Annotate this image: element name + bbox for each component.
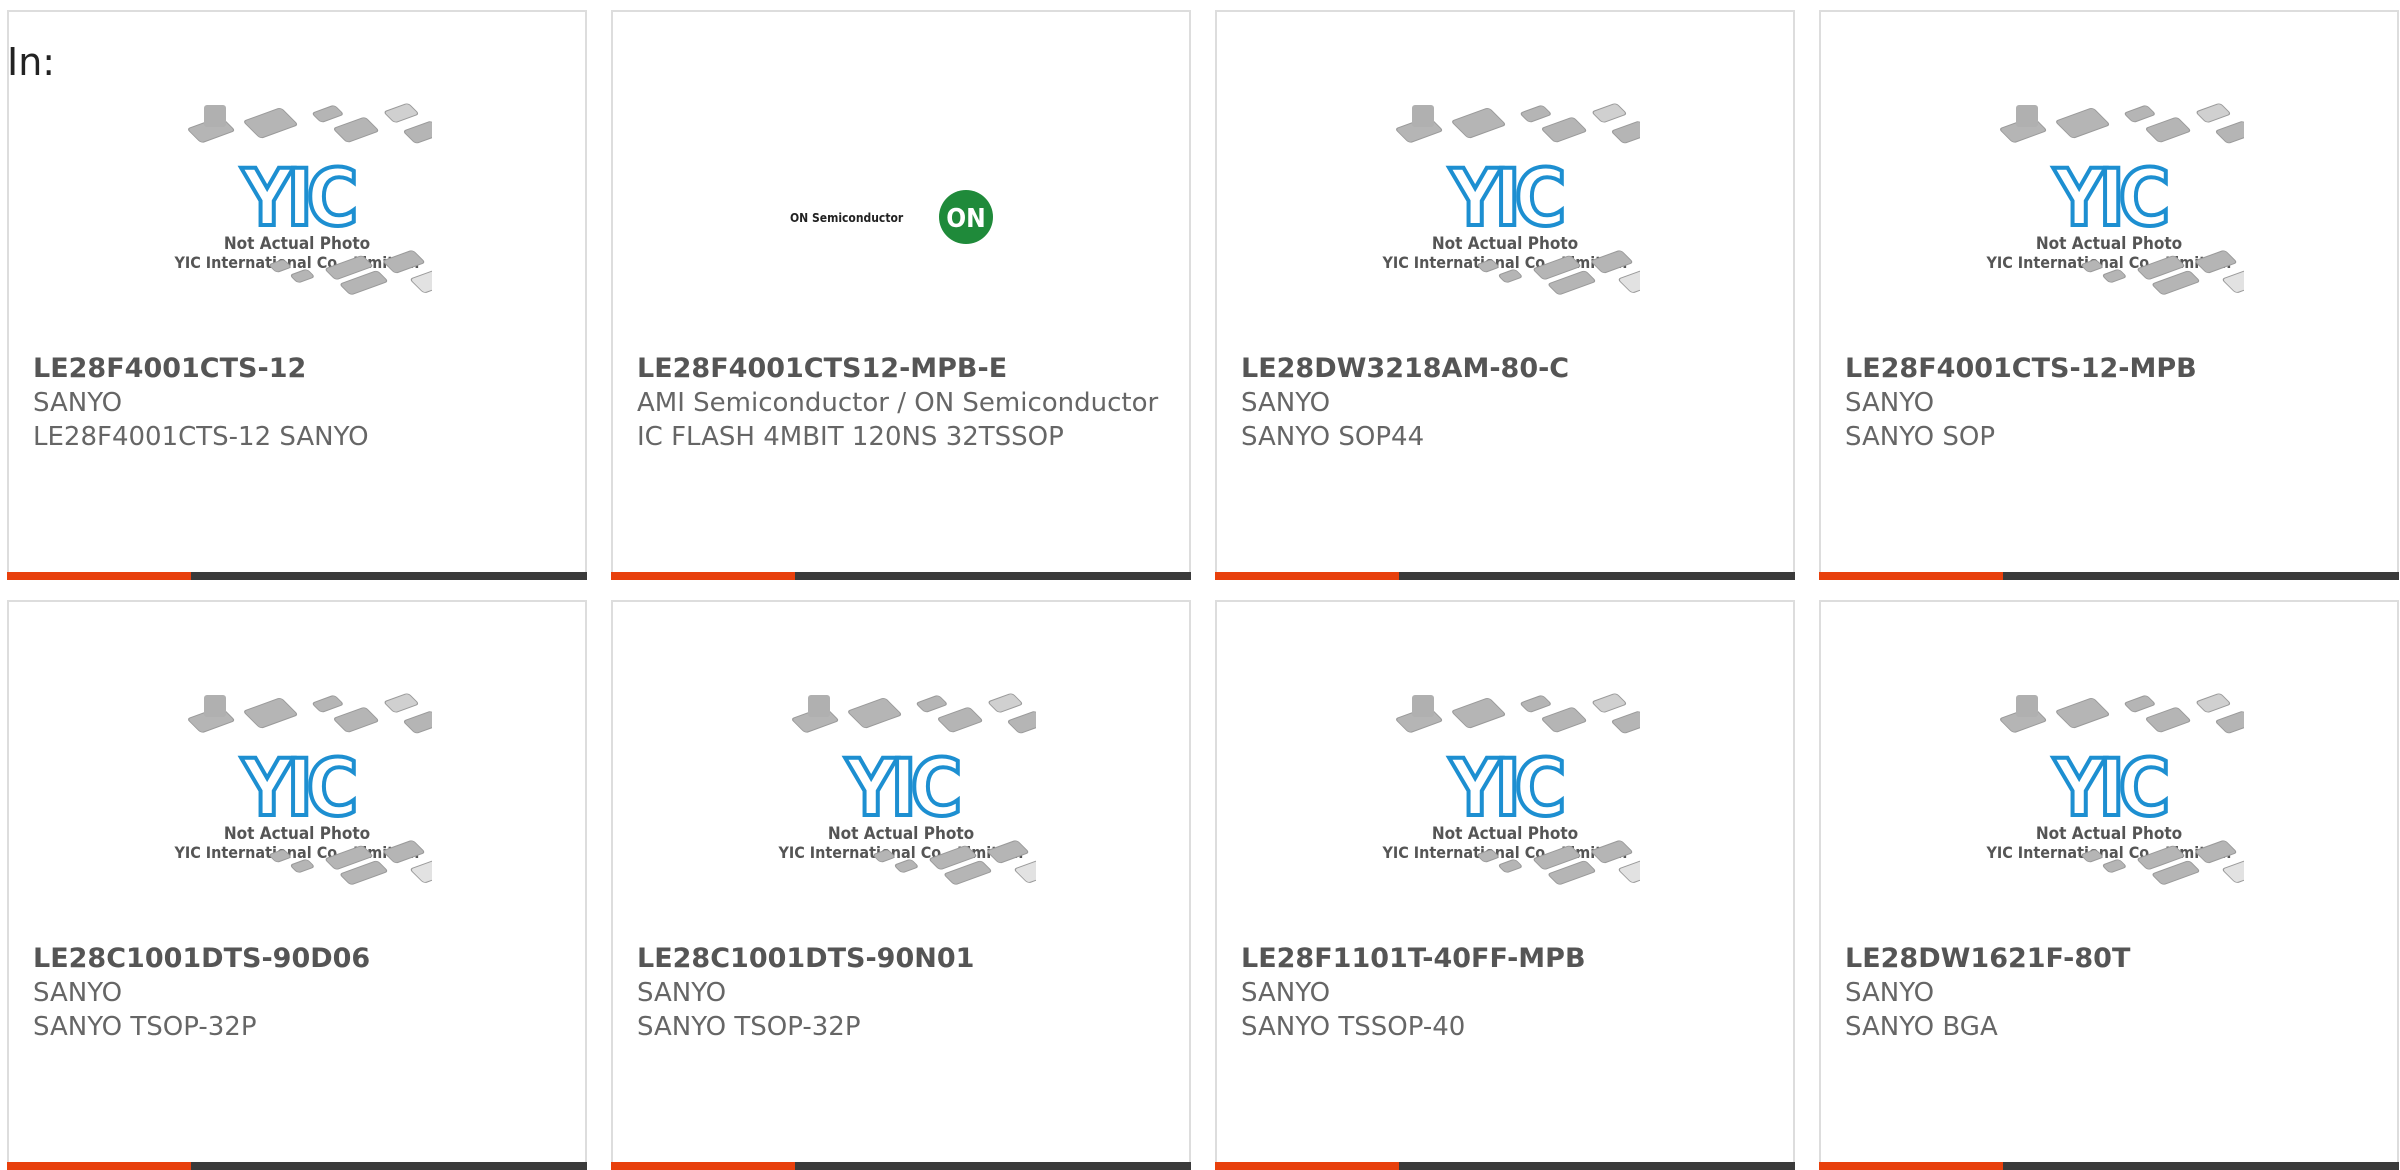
placeholder-caption-line1: Not Actual Photo — [828, 824, 974, 844]
placeholder-caption-line1: Not Actual Photo — [1432, 824, 1578, 844]
product-info: LE28F4001CTS-12-MPB SANYO SANYO SOP — [1845, 352, 2375, 454]
product-info: LE28DW3218AM-80-C SANYO SANYO SOP44 — [1241, 352, 1771, 454]
yic-placeholder-logo: YICNot Actual PhotoYIC International Co.… — [1985, 103, 2244, 295]
product-description: IC FLASH 4MBIT 120NS 32TSSOP — [637, 422, 1064, 452]
card-accent-bar — [7, 572, 587, 580]
yic-placeholder-logo: YICNot Actual PhotoYIC International Co.… — [173, 693, 432, 885]
on-badge-text: ON — [946, 204, 985, 234]
placeholder-caption-line2: YIC International Co., Limited. — [173, 843, 419, 862]
on-semiconductor-logo: ON Semiconductor ON — [790, 190, 993, 244]
product-manufacturer: SANYO — [1845, 978, 1935, 1008]
yic-logo-text: YIC — [845, 744, 959, 834]
placeholder-caption-line1: Not Actual Photo — [2036, 234, 2182, 254]
product-info: LE28C1001DTS-90D06 SANYO SANYO TSOP-32P — [33, 942, 563, 1044]
placeholder-caption-line2: YIC International Co., Limited. — [1381, 253, 1627, 272]
product-part-number[interactable]: LE28C1001DTS-90D06 — [33, 942, 563, 976]
placeholder-caption-line1: Not Actual Photo — [224, 824, 370, 844]
product-card[interactable]: YIC Not Actual Photo YIC International Co.… — [1819, 600, 2399, 1170]
product-description: SANYO SOP — [1845, 422, 1996, 452]
card-accent-bar — [611, 572, 1191, 580]
product-manufacturer: SANYO — [637, 978, 727, 1008]
card-accent-bar — [1819, 1162, 2399, 1170]
product-image[interactable]: YIC Not Actual Photo YIC International Co.… — [613, 682, 1189, 932]
chip-icons-top — [188, 103, 432, 144]
product-info: LE28F1101T-40FF-MPB SANYO SANYO TSSOP-40 — [1241, 942, 1771, 1044]
yic-placeholder-logo: YICNot Actual PhotoYIC International Co.… — [1381, 693, 1640, 885]
product-info: LE28C1001DTS-90N01 SANYO SANYO TSOP-32P — [637, 942, 1167, 1044]
chip-icons-top — [2000, 693, 2244, 734]
product-info: LE28F4001CTS-12 SANYO LE28F4001CTS-12 SA… — [33, 352, 563, 454]
card-accent-bar — [7, 1162, 587, 1170]
product-image[interactable]: YIC Not Actual Photo YIC International Co.… — [1821, 682, 2397, 932]
product-manufacturer: SANYO — [33, 388, 123, 418]
product-card[interactable]: YIC Not Actual Photo YIC International Co.… — [611, 600, 1191, 1170]
chip-icons-top — [1396, 103, 1640, 144]
yic-logo-text: YIC — [241, 744, 355, 834]
product-card[interactable]: ON Semiconductor ON LE28F4001CTS12-MPB-E … — [611, 10, 1191, 580]
product-part-number[interactable]: LE28F4001CTS12-MPB-E — [637, 352, 1167, 386]
product-part-number[interactable]: LE28F4001CTS-12-MPB — [1845, 352, 2375, 386]
card-accent-bar — [1819, 572, 2399, 580]
product-part-number[interactable]: LE28F4001CTS-12 — [33, 352, 563, 386]
product-image[interactable]: ON Semiconductor ON — [613, 92, 1189, 342]
product-description: SANYO BGA — [1845, 1012, 1998, 1042]
product-manufacturer: SANYO — [33, 978, 123, 1008]
product-grid: YIC Not Actual Photo YIC International Co.… — [7, 10, 2400, 1170]
chip-icons-top — [188, 693, 432, 734]
yic-logo-text: YIC — [2053, 154, 2167, 244]
placeholder-caption-line2: YIC International Co., Limited. — [777, 843, 1023, 862]
product-part-number[interactable]: LE28C1001DTS-90N01 — [637, 942, 1167, 976]
product-image[interactable]: YIC Not Actual Photo YIC International Co.… — [1217, 682, 1793, 932]
placeholder-caption-line1: Not Actual Photo — [224, 234, 370, 254]
yic-logo-text: YIC — [241, 154, 355, 244]
product-manufacturer: SANYO — [1845, 388, 1935, 418]
filter-label: In: — [7, 40, 56, 84]
product-card[interactable]: YIC Not Actual Photo YIC International Co.… — [7, 10, 587, 580]
product-card[interactable]: YIC Not Actual Photo YIC International Co.… — [1215, 600, 1795, 1170]
product-description: SANYO SOP44 — [1241, 422, 1425, 452]
product-card[interactable]: YIC Not Actual Photo YIC International Co.… — [1215, 10, 1795, 580]
on-semiconductor-wordmark: ON Semiconductor — [790, 211, 904, 225]
yic-placeholder-logo: YICNot Actual PhotoYIC International Co.… — [173, 103, 432, 295]
product-card[interactable]: YIC Not Actual Photo YIC International Co.… — [7, 600, 587, 1170]
product-image[interactable]: YIC Not Actual Photo YIC International Co.… — [1217, 92, 1793, 342]
card-accent-bar — [1215, 1162, 1795, 1170]
yic-logo-text: YIC — [1449, 154, 1563, 244]
product-image[interactable]: YIC Not Actual Photo YIC International Co.… — [9, 682, 585, 932]
placeholder-caption-line2: YIC International Co., Limited. — [1985, 843, 2231, 862]
product-description: SANYO TSOP-32P — [33, 1012, 257, 1042]
product-info: LE28DW1621F-80T SANYO SANYO BGA — [1845, 942, 2375, 1044]
placeholder-caption-line1: Not Actual Photo — [2036, 824, 2182, 844]
chip-icons-top — [2000, 103, 2244, 144]
product-image[interactable]: YIC Not Actual Photo YIC International Co.… — [9, 92, 585, 342]
product-description: SANYO TSOP-32P — [637, 1012, 861, 1042]
yic-placeholder-logo: YICNot Actual PhotoYIC International Co.… — [1985, 693, 2244, 885]
chip-icons-top — [1396, 693, 1640, 734]
product-part-number[interactable]: LE28DW1621F-80T — [1845, 942, 2375, 976]
product-info: LE28F4001CTS12-MPB-E AMI Semiconductor /… — [637, 352, 1167, 454]
card-accent-bar — [1215, 572, 1795, 580]
chip-icons-top — [792, 693, 1036, 734]
product-card[interactable]: YIC Not Actual Photo YIC International Co.… — [1819, 10, 2399, 580]
product-manufacturer: AMI Semiconductor / ON Semiconductor — [637, 388, 1159, 418]
placeholder-caption-line2: YIC International Co., Limited. — [1985, 253, 2231, 272]
card-accent-bar — [611, 1162, 1191, 1170]
product-description: LE28F4001CTS-12 SANYO — [33, 422, 369, 452]
product-part-number[interactable]: LE28DW3218AM-80-C — [1241, 352, 1771, 386]
product-manufacturer: SANYO — [1241, 978, 1331, 1008]
placeholder-caption-line2: YIC International Co., Limited. — [173, 253, 419, 272]
yic-logo-text: YIC — [1449, 744, 1563, 834]
product-manufacturer: SANYO — [1241, 388, 1331, 418]
yic-placeholder-logo: YICNot Actual PhotoYIC International Co.… — [1381, 103, 1640, 295]
product-description: SANYO TSSOP-40 — [1241, 1012, 1466, 1042]
yic-logo-text: YIC — [2053, 744, 2167, 834]
product-image[interactable]: YIC Not Actual Photo YIC International Co.… — [1821, 92, 2397, 342]
placeholder-caption-line1: Not Actual Photo — [1432, 234, 1578, 254]
product-part-number[interactable]: LE28F1101T-40FF-MPB — [1241, 942, 1771, 976]
yic-placeholder-logo: YICNot Actual PhotoYIC International Co.… — [777, 693, 1036, 885]
placeholder-caption-line2: YIC International Co., Limited. — [1381, 843, 1627, 862]
